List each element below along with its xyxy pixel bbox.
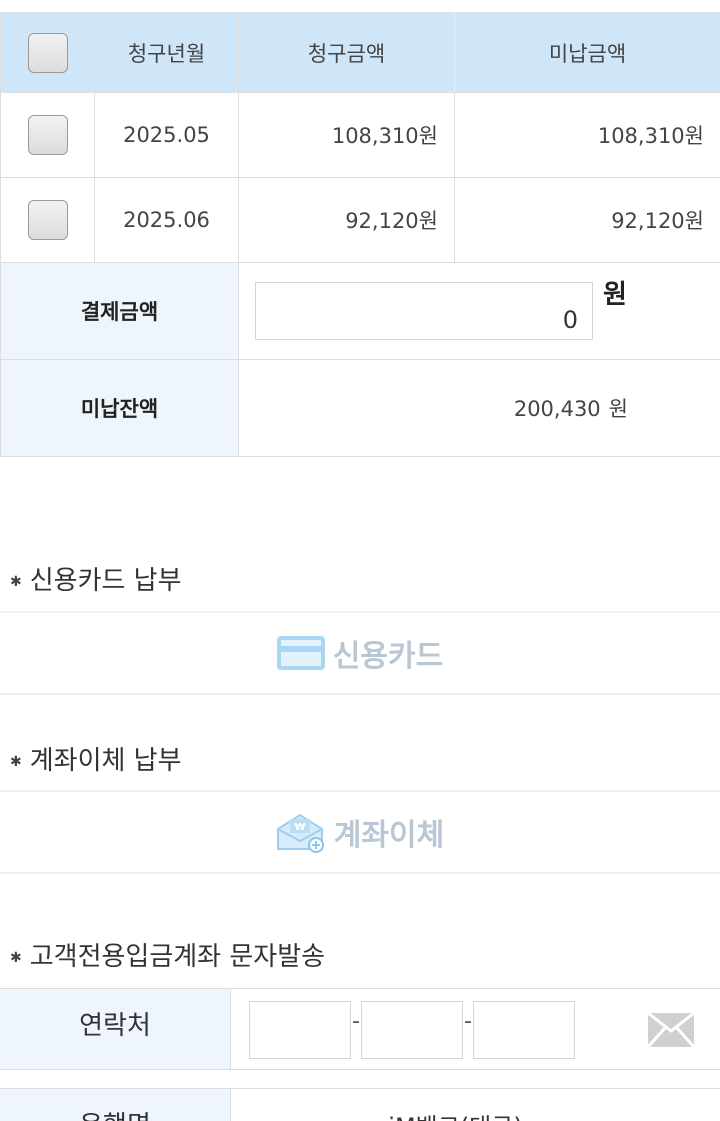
row-unpaid-amount: 108,310원 [454,92,720,178]
phone-separator: - [464,1009,472,1034]
credit-card-icon [276,636,325,670]
bank-transfer-envelope-icon: ₩ [276,811,326,853]
contact-row: 연락처 - - [0,988,720,1070]
envelope-icon[interactable] [648,1013,694,1047]
select-all-cell [0,12,95,93]
row-bill-amount: 92,120원 [238,177,455,263]
table-row: 2025.06 92,120원 92,120원 [0,177,720,263]
credit-card-button-label: 신용카드 [332,639,444,674]
header-bill-month: 청구년월 [94,12,239,93]
card-section-title-text: 신용카드 납부 [29,566,182,596]
credit-card-button[interactable]: 신용카드 [0,611,720,695]
phone-part-3-input[interactable] [473,1001,575,1059]
bill-table-header: 청구년월 청구금액 미납금액 [0,12,720,93]
account-transfer-button[interactable]: ₩ 계좌이체 [0,790,720,874]
header-bill-amount: 청구금액 [238,12,455,93]
row-unpaid-amount: 92,120원 [454,177,720,263]
phone-part-1-input[interactable] [249,1001,351,1059]
bank-row: 은행명 iM뱅크(대구) [0,1088,720,1121]
sms-section-title: ✱ 고객전용입금계좌 문자발송 [10,936,325,973]
contact-inputs: - - [231,989,720,1069]
asterisk-icon: ✱ [10,753,22,770]
asterisk-icon: ✱ [10,949,22,966]
transfer-section-title: ✱ 계좌이체 납부 [10,740,182,777]
unpaid-balance-cell: 200,430 원 [238,359,720,457]
row-checkbox[interactable] [27,115,68,155]
account-transfer-button-label: 계좌이체 [333,818,445,853]
card-section-title: ✱ 신용카드 납부 [10,560,182,597]
payment-unit: 원 [603,280,627,310]
row-bill-month: 2025.06 [94,177,239,263]
row-checkbox-cell [0,92,95,178]
bank-value: iM뱅크(대구) [231,1089,720,1121]
unpaid-balance-row: 미납잔액 200,430 원 [0,359,720,457]
bank-label: 은행명 [0,1089,231,1121]
phone-separator: - [352,1009,360,1034]
row-bill-month: 2025.05 [94,92,239,178]
bill-table: 청구년월 청구금액 미납금액 2025.05 108,310원 108,310원… [0,12,720,457]
contact-label: 연락처 [0,989,231,1069]
payment-amount-label: 결제금액 [0,262,239,360]
sms-section-title-text: 고객전용입금계좌 문자발송 [29,942,326,972]
table-row: 2025.05 108,310원 108,310원 [0,92,720,178]
unpaid-balance-value: 200,430 [513,397,601,421]
asterisk-icon: ✱ [10,573,22,590]
payment-amount-input[interactable]: 0 [255,282,593,340]
row-bill-amount: 108,310원 [238,92,455,178]
header-unpaid-amount: 미납금액 [454,12,720,93]
phone-part-2-input[interactable] [361,1001,463,1059]
transfer-section-title-text: 계좌이체 납부 [29,746,182,776]
unpaid-balance-label: 미납잔액 [0,359,239,457]
row-checkbox[interactable] [27,200,68,240]
row-checkbox-cell [0,177,95,263]
select-all-checkbox[interactable] [27,32,68,73]
unpaid-balance-unit: 원 [608,397,628,421]
payment-amount-row: 결제금액 0원 [0,262,720,360]
payment-amount-cell: 0원 [238,262,720,360]
svg-text:₩: ₩ [294,822,305,833]
